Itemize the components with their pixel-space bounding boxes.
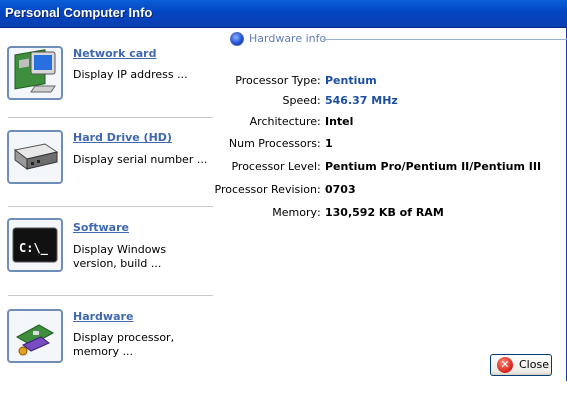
network-card-icon [7, 46, 63, 100]
group-title: Hardware info [249, 32, 327, 45]
nav-link-software[interactable]: Software [73, 221, 129, 234]
info-value: 0703 [325, 183, 356, 196]
svg-text:C:\_: C:\_ [19, 241, 49, 256]
hardware-icon [7, 309, 63, 363]
nav-desc-hardware: Display processor, memory ... [73, 331, 175, 358]
nav-item-hard-drive[interactable]: Hard Drive (HD) Display serial number ..… [0, 128, 215, 216]
info-colon: : [317, 206, 321, 219]
nav-item-network-card[interactable]: Network card Display IP address ... [0, 44, 215, 132]
command-prompt-icon: C:\_ [7, 218, 63, 272]
info-value: 1 [325, 137, 333, 150]
hardware-info-group-header: Hardware info [230, 32, 567, 46]
info-value: Intel [325, 115, 354, 128]
info-key: Num Processors [228, 137, 317, 150]
nav-link-hardware[interactable]: Hardware [73, 310, 133, 323]
group-divider [323, 39, 567, 40]
info-value: 130,592 KB of RAM [325, 206, 444, 219]
info-row-memory: Memory : 130,592 KB of RAM [215, 206, 555, 222]
hard-drive-icon [7, 130, 63, 184]
info-key: Architecture [249, 115, 317, 128]
window-body: Network card Display IP address ... Hard… [0, 28, 567, 381]
info-colon: : [317, 74, 321, 87]
info-colon: : [317, 160, 321, 173]
info-colon: : [317, 94, 321, 107]
close-icon: ✕ [497, 357, 513, 373]
info-key: Processor Type [235, 74, 317, 87]
nav-link-network-card[interactable]: Network card [73, 47, 156, 60]
window-title: Personal Computer Info [5, 5, 153, 20]
nav-item-hardware[interactable]: Hardware Display processor, memory ... [0, 307, 215, 395]
radio-bullet-icon [230, 32, 244, 46]
info-row-processor-level: Processor Level : Pentium Pro/Pentium II… [215, 160, 555, 176]
nav-desc-software: Display Windows version, build ... [73, 243, 167, 270]
info-colon: : [317, 137, 321, 150]
title-bar[interactable]: Personal Computer Info [0, 0, 567, 28]
info-key: Processor Revision [214, 183, 317, 196]
info-row-processor-revision: Processor Revision : 0703 [215, 183, 555, 199]
nav-separator [8, 117, 213, 118]
close-button[interactable]: ✕ Close [490, 354, 552, 376]
info-row-processor-type: Processor Type : Pentium [215, 74, 555, 90]
info-row-architecture: Architecture : Intel [215, 115, 555, 131]
nav-item-software[interactable]: C:\_ Software Display Windows version, b… [0, 218, 215, 306]
info-key: Memory [272, 206, 317, 219]
nav-separator [8, 295, 213, 296]
info-colon: : [317, 183, 321, 196]
info-row-speed: Speed : 546.37 MHz [215, 94, 555, 110]
info-colon: : [317, 115, 321, 128]
info-key: Processor Level [231, 160, 317, 173]
info-value: Pentium Pro/Pentium II/Pentium III [325, 160, 542, 173]
nav-separator [8, 206, 213, 207]
info-key: Speed [282, 94, 317, 107]
sidebar-nav: Network card Display IP address ... Hard… [0, 28, 215, 381]
nav-link-hard-drive[interactable]: Hard Drive (HD) [73, 131, 172, 144]
info-value: 546.37 MHz [325, 94, 398, 107]
nav-desc-network-card: Display IP address ... [73, 68, 188, 81]
info-row-num-processors: Num Processors : 1 [215, 137, 555, 153]
close-button-label: Close [519, 358, 549, 371]
info-value: Pentium [325, 74, 377, 87]
nav-desc-hard-drive: Display serial number ... [73, 153, 208, 166]
